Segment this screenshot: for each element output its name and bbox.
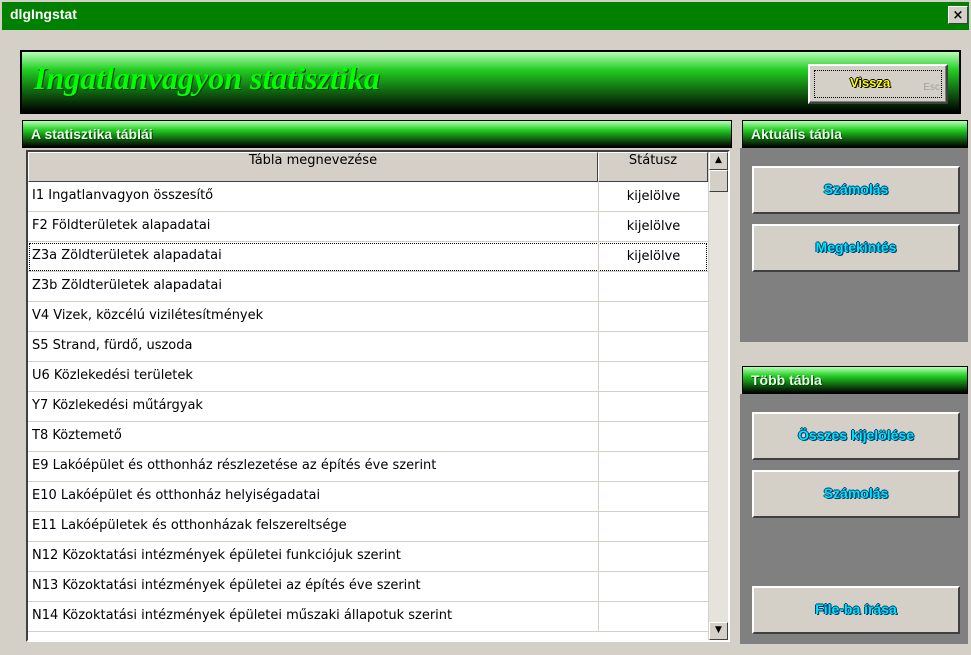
table-row[interactable]: Z3a Zöldterületek alapadatai kijelölve bbox=[28, 242, 708, 272]
row-table-name: F2 Földterületek alapadatai bbox=[32, 218, 211, 233]
row-table-name: V4 Vizek, közcélú vizilétesítmények bbox=[32, 308, 264, 323]
calc-current-label: Számolás bbox=[823, 181, 889, 197]
row-table-name: N13 Közoktatási intézmények épületei az … bbox=[32, 578, 421, 593]
row-status bbox=[598, 512, 708, 541]
table-row[interactable]: N12 Közoktatási intézmények épületei fun… bbox=[28, 542, 708, 572]
window-title: dlgIngstat bbox=[10, 6, 77, 22]
row-status bbox=[598, 332, 708, 361]
table-row[interactable]: Y7 Közlekedési műtárgyak bbox=[28, 392, 708, 422]
table-row[interactable]: Z3b Zöldterületek alapadatai bbox=[28, 272, 708, 302]
write-file-label: File-ba írása bbox=[815, 601, 897, 617]
current-table-title: Aktuális tábla bbox=[751, 126, 843, 142]
row-table-name: Z3a Zöldterületek alapadatai bbox=[32, 248, 222, 263]
row-table-name: E11 Lakóépületek és otthonházak felszere… bbox=[32, 518, 347, 533]
table-row[interactable]: F2 Földterületek alapadatai kijelölve bbox=[28, 212, 708, 242]
table-row[interactable]: N14 Közoktatási intézmények épületei műs… bbox=[28, 602, 708, 632]
table-row[interactable]: T8 Köztemető bbox=[28, 422, 708, 452]
row-status bbox=[598, 602, 708, 631]
calc-current-button[interactable]: Számolás bbox=[752, 166, 960, 214]
back-button-shortcut: Esc bbox=[923, 82, 940, 93]
row-status bbox=[598, 422, 708, 451]
scroll-down-button[interactable]: ▼ bbox=[709, 622, 728, 640]
row-status bbox=[598, 302, 708, 331]
select-all-label: Összes kijelölése bbox=[798, 427, 914, 443]
column-header-name[interactable]: Tábla megnevezése bbox=[28, 152, 598, 182]
view-current-label: Megtekintés bbox=[815, 239, 897, 255]
row-table-name: E10 Lakóépület és otthonház helyiségadat… bbox=[32, 488, 321, 503]
table-row[interactable]: U6 Közlekedési területek bbox=[28, 362, 708, 392]
title-bar: dlgIngstat × bbox=[2, 2, 969, 30]
current-table-panel: Számolás Megtekintés bbox=[740, 148, 968, 342]
row-status bbox=[598, 482, 708, 511]
select-all-button[interactable]: Összes kijelölése bbox=[752, 412, 960, 460]
tables-section-header: A statisztika táblái bbox=[22, 120, 732, 148]
row-table-name: I1 Ingatlanvagyon összesítő bbox=[32, 188, 214, 203]
row-status bbox=[598, 392, 708, 421]
table-row[interactable]: V4 Vizek, közcélú vizilétesítmények bbox=[28, 302, 708, 332]
row-status bbox=[598, 272, 708, 301]
back-button[interactable]: Vissza Esc bbox=[808, 64, 948, 104]
back-button-label: Vissza bbox=[850, 75, 891, 90]
column-header-status[interactable]: Státusz bbox=[598, 152, 708, 182]
page-title: Ingatlanvagyon statisztika bbox=[34, 60, 380, 96]
row-status bbox=[598, 542, 708, 571]
table-row[interactable]: N13 Közoktatási intézmények épületei az … bbox=[28, 572, 708, 602]
row-table-name: S5 Strand, fürdő, uszoda bbox=[32, 338, 193, 353]
dialog-window: dlgIngstat × Ingatlanvagyon statisztika … bbox=[0, 0, 971, 655]
scroll-thumb[interactable] bbox=[709, 170, 728, 192]
close-button[interactable]: × bbox=[948, 6, 968, 24]
view-current-button[interactable]: Megtekintés bbox=[752, 224, 960, 272]
calc-multiple-label: Számolás bbox=[823, 485, 889, 501]
table-row[interactable]: I1 Ingatlanvagyon összesítő kijelölve bbox=[28, 182, 708, 212]
table-row[interactable]: E9 Lakóépület és otthonház részlezetése … bbox=[28, 452, 708, 482]
calc-multiple-button[interactable]: Számolás bbox=[752, 470, 960, 518]
table-row[interactable]: E10 Lakóépület és otthonház helyiségadat… bbox=[28, 482, 708, 512]
multiple-tables-title: Több tábla bbox=[751, 372, 822, 388]
multiple-tables-panel: Összes kijelölése Számolás File-ba írása bbox=[740, 394, 968, 644]
row-status: kijelölve bbox=[598, 182, 708, 211]
row-status: kijelölve bbox=[598, 212, 708, 241]
row-table-name: E9 Lakóépület és otthonház részlezetése … bbox=[32, 458, 437, 473]
row-table-name: N14 Közoktatási intézmények épületei műs… bbox=[32, 608, 453, 623]
row-table-name: U6 Közlekedési területek bbox=[32, 368, 193, 383]
row-table-name: N12 Közoktatási intézmények épületei fun… bbox=[32, 548, 401, 563]
row-status bbox=[598, 362, 708, 391]
row-table-name: T8 Köztemető bbox=[32, 428, 122, 443]
scroll-up-button[interactable]: ▲ bbox=[709, 152, 728, 170]
table-row[interactable]: E11 Lakóépületek és otthonházak felszere… bbox=[28, 512, 708, 542]
row-status bbox=[598, 452, 708, 481]
row-status bbox=[598, 572, 708, 601]
multiple-tables-header: Több tábla bbox=[742, 366, 968, 394]
tables-list: Tábla megnevezése Státusz I1 Ingatlanvag… bbox=[26, 150, 730, 642]
tables-section-title: A statisztika táblái bbox=[31, 126, 153, 142]
vertical-scrollbar[interactable]: ▲ ▼ bbox=[708, 152, 728, 640]
row-table-name: Y7 Közlekedési műtárgyak bbox=[32, 398, 203, 413]
current-table-header: Aktuális tábla bbox=[742, 120, 968, 148]
row-status: kijelölve bbox=[598, 242, 708, 271]
table-row[interactable]: S5 Strand, fürdő, uszoda bbox=[28, 332, 708, 362]
write-file-button[interactable]: File-ba írása bbox=[752, 586, 960, 634]
row-table-name: Z3b Zöldterületek alapadatai bbox=[32, 278, 222, 293]
